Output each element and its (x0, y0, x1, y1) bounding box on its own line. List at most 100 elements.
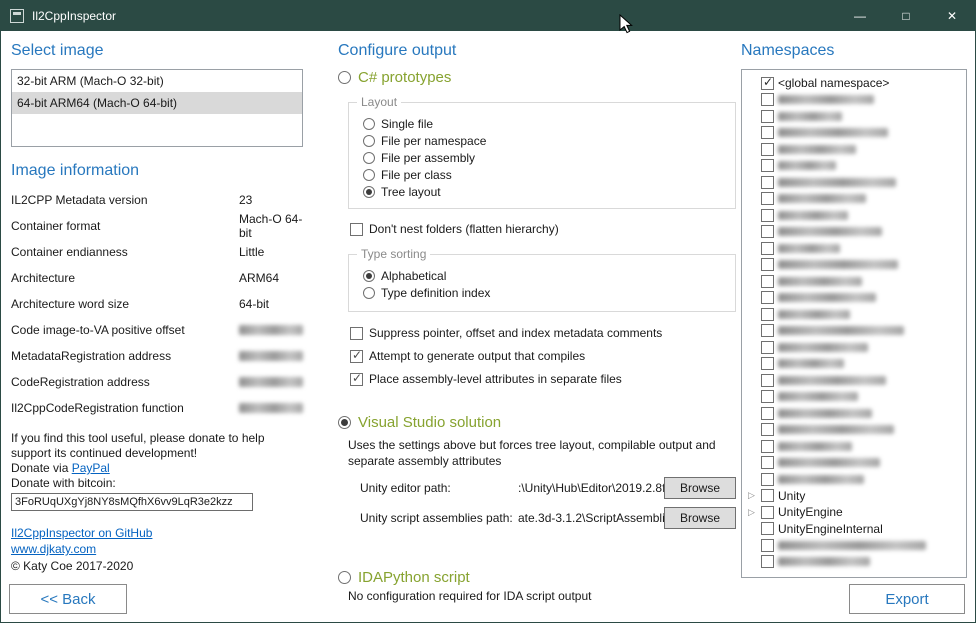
radio-icon[interactable] (363, 287, 375, 299)
namespace-checkbox[interactable] (761, 143, 774, 156)
paypal-link[interactable]: PayPal (72, 461, 110, 475)
suppress-checkbox-row[interactable]: Suppress pointer, offset and index metad… (350, 326, 736, 340)
namespace-checkbox[interactable] (761, 407, 774, 420)
namespace-item[interactable] (742, 125, 966, 142)
image-option[interactable]: 64-bit ARM64 (Mach-O 64-bit) (12, 92, 302, 114)
namespace-item[interactable] (742, 141, 966, 158)
layout-option[interactable]: File per assembly (363, 149, 725, 166)
namespace-item[interactable] (742, 471, 966, 488)
namespace-item[interactable] (742, 339, 966, 356)
namespace-checkbox[interactable] (761, 539, 774, 552)
namespace-checkbox[interactable] (761, 374, 774, 387)
type-sorting-option[interactable]: Type definition index (363, 284, 725, 301)
namespace-checkbox[interactable] (761, 357, 774, 370)
namespace-item[interactable] (742, 438, 966, 455)
visual-studio-radio[interactable]: Visual Studio solution (338, 414, 736, 431)
namespace-item[interactable] (742, 273, 966, 290)
radio-icon[interactable] (338, 416, 351, 429)
namespace-item[interactable] (742, 174, 966, 191)
radio-icon[interactable] (338, 571, 351, 584)
image-listbox[interactable]: 32-bit ARM (Mach-O 32-bit) 64-bit ARM64 … (11, 69, 303, 147)
namespace-checkbox[interactable] (761, 159, 774, 172)
namespace-checkbox[interactable] (761, 489, 774, 502)
namespace-checkbox[interactable] (761, 555, 774, 568)
namespace-checkbox[interactable] (761, 522, 774, 535)
namespace-checkbox[interactable] (761, 110, 774, 123)
maximize-button[interactable]: □ (883, 1, 929, 31)
namespace-item[interactable] (742, 92, 966, 109)
namespaces-list[interactable]: <global namespace> (741, 69, 967, 578)
radio-icon[interactable] (363, 118, 375, 130)
namespace-checkbox[interactable] (761, 258, 774, 271)
namespace-checkbox[interactable] (761, 126, 774, 139)
namespace-checkbox[interactable] (761, 506, 774, 519)
namespace-item[interactable] (742, 191, 966, 208)
namespace-item[interactable] (742, 405, 966, 422)
namespace-checkbox[interactable] (761, 242, 774, 255)
namespace-item[interactable] (742, 158, 966, 175)
namespace-item[interactable] (742, 537, 966, 554)
namespace-checkbox[interactable] (761, 324, 774, 337)
checkbox-icon[interactable] (350, 327, 363, 340)
dont-nest-checkbox-row[interactable]: Don't nest folders (flatten hierarchy) (350, 222, 736, 236)
namespace-checkbox[interactable] (761, 308, 774, 321)
namespace-item[interactable]: UnityEngineInternal (742, 521, 966, 538)
export-button[interactable]: Export (849, 584, 965, 614)
radio-icon[interactable] (363, 169, 375, 181)
namespace-item[interactable]: Unity (742, 488, 966, 505)
namespace-checkbox[interactable] (761, 225, 774, 238)
namespace-item[interactable] (742, 323, 966, 340)
namespace-item[interactable] (742, 257, 966, 274)
namespace-item[interactable] (742, 207, 966, 224)
namespace-item[interactable]: UnityEngine (742, 504, 966, 521)
checkbox-icon[interactable] (350, 223, 363, 236)
checkbox-icon[interactable] (350, 350, 363, 363)
namespace-checkbox[interactable] (761, 291, 774, 304)
namespace-checkbox[interactable] (761, 456, 774, 469)
namespace-item[interactable] (742, 290, 966, 307)
namespace-item[interactable] (742, 356, 966, 373)
expander-icon[interactable] (746, 490, 757, 501)
radio-icon[interactable] (363, 186, 375, 198)
layout-option[interactable]: Tree layout (363, 183, 725, 200)
namespace-checkbox[interactable] (761, 209, 774, 222)
idapython-radio[interactable]: IDAPython script (338, 569, 736, 586)
namespace-checkbox[interactable] (761, 390, 774, 403)
layout-option[interactable]: Single file (363, 115, 725, 132)
radio-icon[interactable] (363, 135, 375, 147)
namespace-item[interactable] (742, 108, 966, 125)
namespace-checkbox[interactable] (761, 192, 774, 205)
namespace-item[interactable] (742, 554, 966, 571)
namespace-item[interactable] (742, 455, 966, 472)
image-option[interactable]: 32-bit ARM (Mach-O 32-bit) (12, 70, 302, 92)
namespace-item[interactable] (742, 306, 966, 323)
title-bar[interactable]: Il2CppInspector — □ ✕ (1, 1, 975, 31)
layout-option[interactable]: File per namespace (363, 132, 725, 149)
namespace-checkbox[interactable] (761, 77, 774, 90)
separate-attrs-checkbox-row[interactable]: Place assembly-level attributes in separ… (350, 372, 736, 386)
namespace-checkbox[interactable] (761, 423, 774, 436)
back-button[interactable]: << Back (9, 584, 127, 614)
layout-option[interactable]: File per class (363, 166, 725, 183)
close-button[interactable]: ✕ (929, 1, 975, 31)
radio-icon[interactable] (363, 270, 375, 282)
namespace-item[interactable]: <global namespace> (742, 75, 966, 92)
csharp-prototypes-radio[interactable]: C# prototypes (338, 69, 736, 86)
browse-editor-button[interactable]: Browse (664, 477, 736, 499)
checkbox-icon[interactable] (350, 373, 363, 386)
namespace-item[interactable] (742, 240, 966, 257)
namespace-checkbox[interactable] (761, 275, 774, 288)
expander-icon[interactable] (746, 507, 757, 518)
namespace-item[interactable] (742, 389, 966, 406)
browse-assemblies-button[interactable]: Browse (664, 507, 736, 529)
radio-icon[interactable] (363, 152, 375, 164)
namespace-checkbox[interactable] (761, 93, 774, 106)
namespace-checkbox[interactable] (761, 176, 774, 189)
minimize-button[interactable]: — (837, 1, 883, 31)
github-link[interactable]: Il2CppInspector on GitHub (11, 526, 152, 540)
namespace-item[interactable] (742, 422, 966, 439)
namespace-item[interactable] (742, 372, 966, 389)
namespace-checkbox[interactable] (761, 440, 774, 453)
namespace-checkbox[interactable] (761, 341, 774, 354)
type-sorting-option[interactable]: Alphabetical (363, 267, 725, 284)
